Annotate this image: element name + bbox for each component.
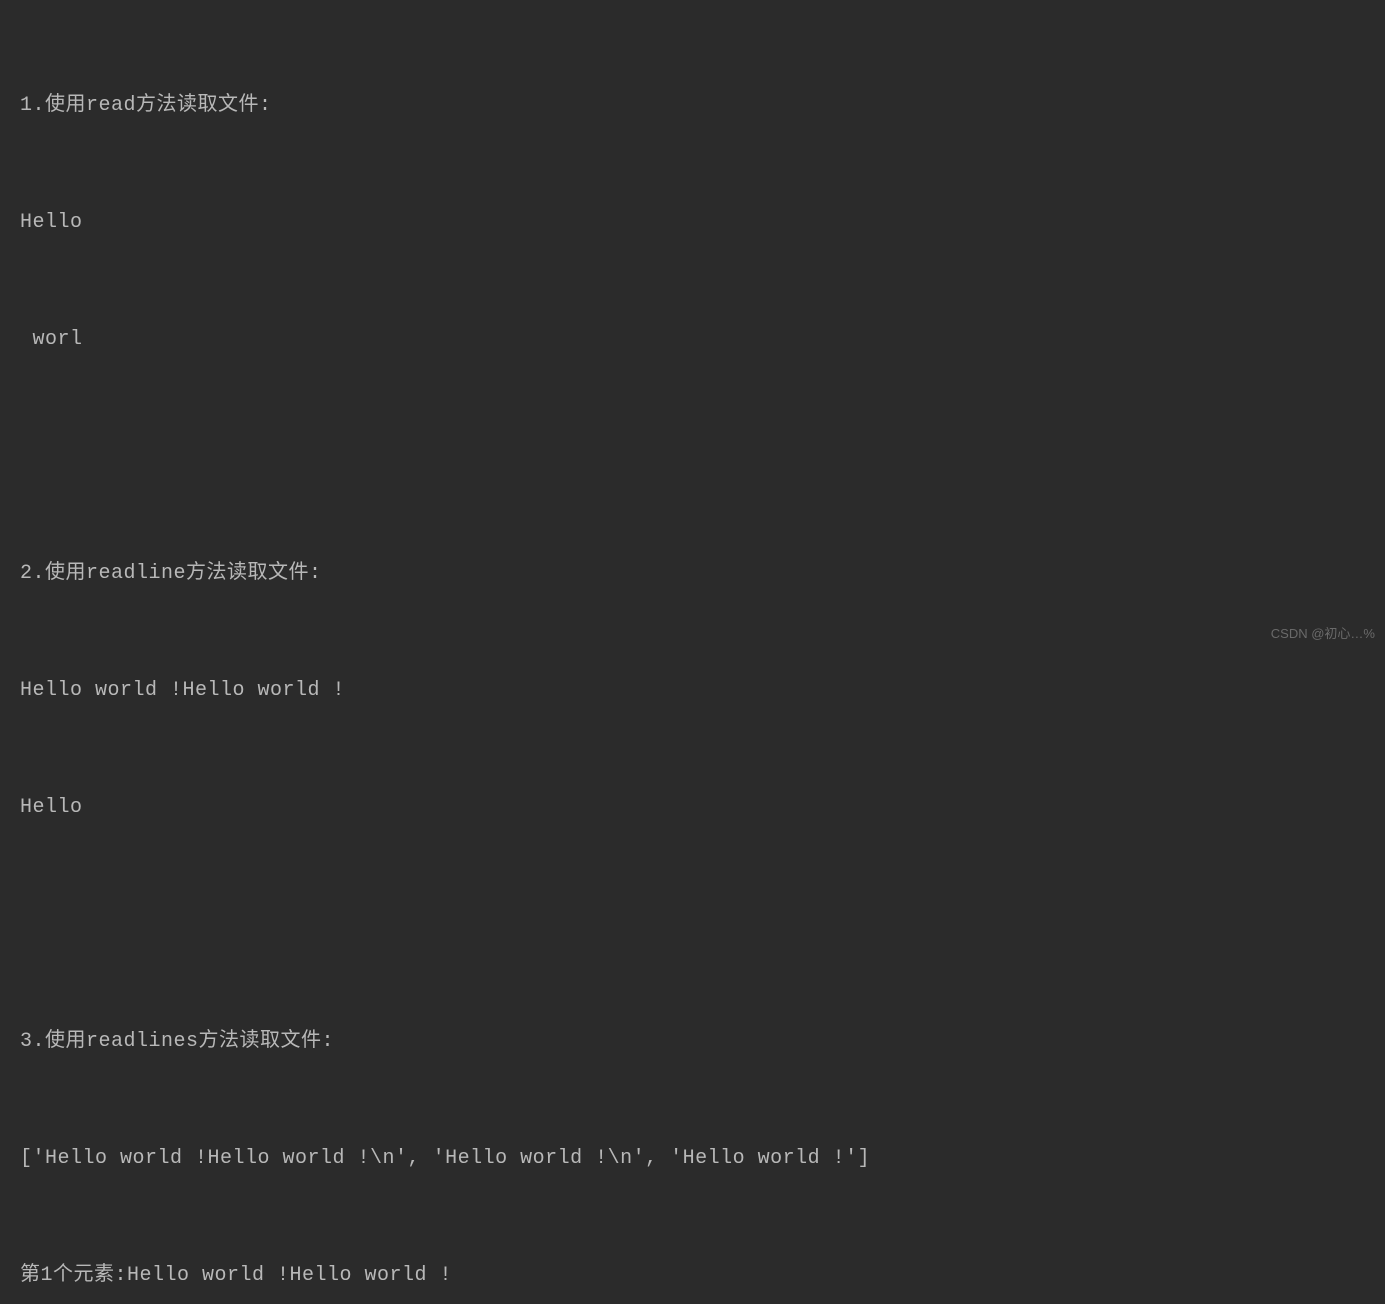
console-line: 第1个元素:Hello world !Hello world ! [20, 1256, 1365, 1295]
watermark-text: CSDN @初心…% [1271, 621, 1375, 646]
console-line: Hello [20, 203, 1365, 242]
console-line: 3.使用readlines方法读取文件: [20, 1022, 1365, 1061]
console-line [20, 905, 1365, 944]
console-line: 2.使用readline方法读取文件: [20, 554, 1365, 593]
console-line: ['Hello world !Hello world !\n', 'Hello … [20, 1139, 1365, 1178]
console-line: 1.使用read方法读取文件: [20, 86, 1365, 125]
console-line: worl [20, 320, 1365, 359]
console-output: 1.使用read方法读取文件: Hello worl 2.使用readline方… [20, 8, 1365, 1304]
console-line: Hello world !Hello world ! [20, 671, 1365, 710]
console-line: Hello [20, 788, 1365, 827]
console-line [20, 437, 1365, 476]
